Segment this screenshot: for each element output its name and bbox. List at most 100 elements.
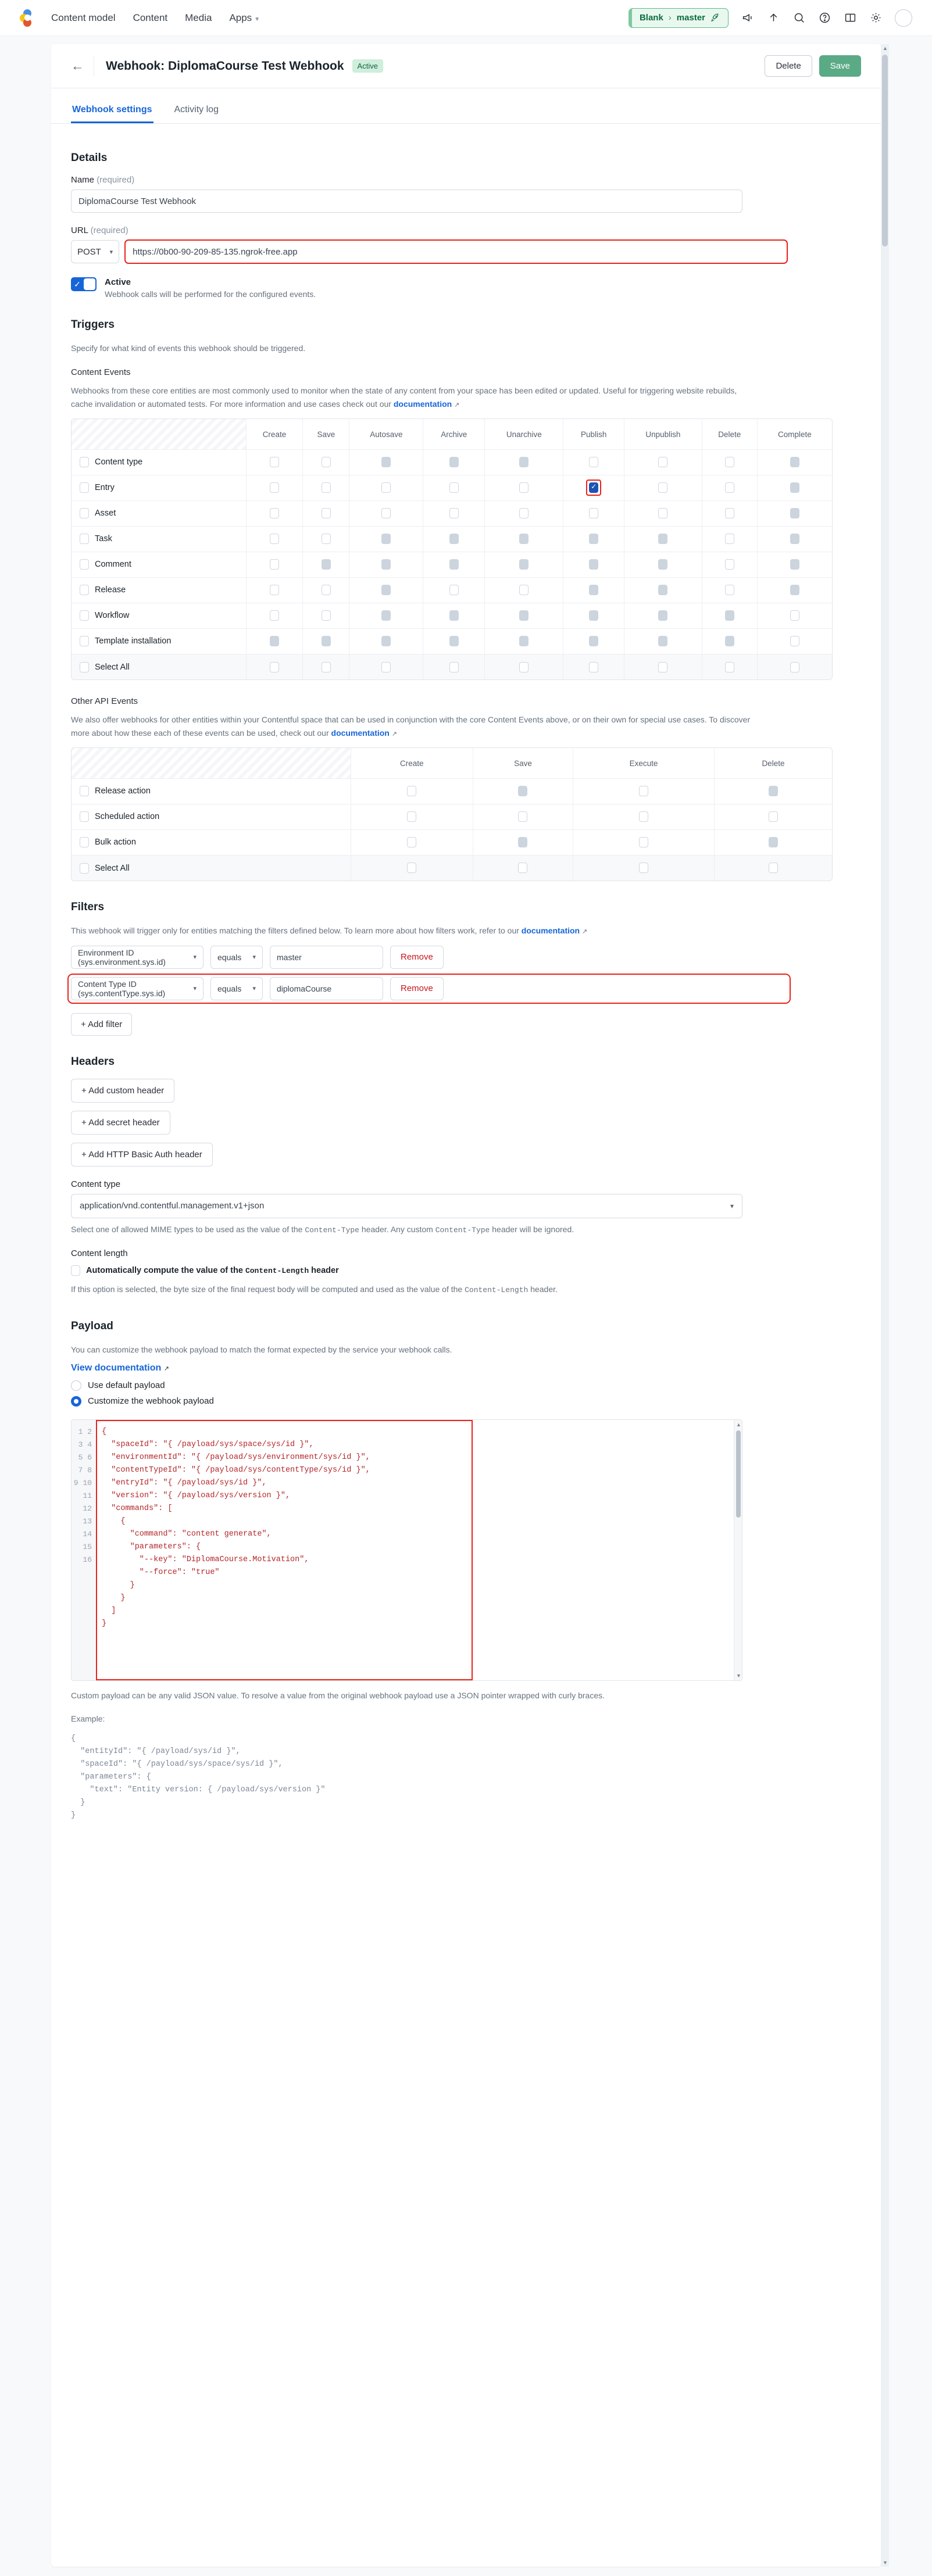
remove-filter-button[interactable]: Remove xyxy=(390,945,444,969)
event-checkbox[interactable] xyxy=(449,585,459,596)
event-checkbox[interactable] xyxy=(449,661,459,672)
event-checkbox[interactable] xyxy=(519,508,529,519)
content-events-doc-link[interactable]: documentation xyxy=(394,399,452,409)
page-scrollbar[interactable]: ▲ ▼ xyxy=(881,44,889,2567)
event-checkbox[interactable] xyxy=(321,534,331,545)
row-select-checkbox[interactable] xyxy=(80,457,89,468)
event-checkbox[interactable] xyxy=(768,863,778,874)
event-checkbox[interactable] xyxy=(321,508,331,519)
event-checkbox[interactable] xyxy=(269,610,279,621)
event-checkbox[interactable] xyxy=(321,482,331,493)
row-select-checkbox[interactable] xyxy=(80,661,89,672)
filter-value-input[interactable] xyxy=(270,976,383,1000)
event-checkbox[interactable] xyxy=(518,811,528,822)
event-checkbox[interactable] xyxy=(269,457,279,468)
event-checkbox[interactable] xyxy=(638,811,648,822)
row-select-checkbox[interactable] xyxy=(80,508,89,519)
event-checkbox[interactable] xyxy=(638,837,648,848)
row-select-checkbox[interactable] xyxy=(80,585,89,596)
add-http-basic-auth-header-button[interactable]: + Add HTTP Basic Auth header xyxy=(71,1142,213,1167)
event-checkbox[interactable] xyxy=(589,457,599,468)
event-checkbox[interactable] xyxy=(519,482,529,493)
contentful-logo-icon[interactable] xyxy=(20,9,35,27)
event-checkbox[interactable] xyxy=(269,661,279,672)
row-select-checkbox[interactable] xyxy=(80,610,89,621)
page-scroll-thumb[interactable] xyxy=(882,55,888,246)
filter-field-select[interactable]: Environment ID (sys.environment.sys.id) ▾ xyxy=(71,945,203,969)
tab-webhook-settings[interactable]: Webhook settings xyxy=(71,99,153,123)
event-checkbox[interactable] xyxy=(321,610,331,621)
event-checkbox[interactable] xyxy=(321,457,331,468)
event-checkbox[interactable] xyxy=(269,508,279,519)
event-checkbox[interactable] xyxy=(321,585,331,596)
other-events-doc-link[interactable]: documentation xyxy=(331,728,390,738)
event-checkbox[interactable] xyxy=(589,508,599,519)
row-select-checkbox[interactable] xyxy=(80,811,89,822)
filter-field-select[interactable]: Content Type ID (sys.contentType.sys.id)… xyxy=(71,976,203,1000)
filter-value-input[interactable] xyxy=(270,945,383,969)
filter-operator-select[interactable]: equals ▾ xyxy=(210,945,263,969)
filters-doc-link[interactable]: documentation xyxy=(522,926,580,935)
delete-button[interactable]: Delete xyxy=(765,55,812,77)
name-input[interactable] xyxy=(71,189,742,213)
event-checkbox[interactable] xyxy=(724,661,734,672)
event-checkbox[interactable] xyxy=(724,585,734,596)
search-icon[interactable] xyxy=(792,12,805,24)
row-select-checkbox[interactable] xyxy=(80,837,89,848)
editor-code-content[interactable]: { "spaceId": "{ /payload/sys/space/sys/i… xyxy=(96,1420,742,1680)
event-checkbox[interactable] xyxy=(724,457,734,468)
radio-use-default-payload[interactable] xyxy=(71,1380,81,1391)
gear-icon[interactable] xyxy=(869,12,882,24)
avatar[interactable] xyxy=(895,9,912,27)
event-checkbox[interactable] xyxy=(269,534,279,545)
event-checkbox[interactable] xyxy=(589,661,599,672)
event-checkbox[interactable] xyxy=(407,786,417,797)
event-checkbox[interactable] xyxy=(658,482,668,493)
event-checkbox[interactable] xyxy=(790,661,799,672)
nav-item-content[interactable]: Content xyxy=(133,12,168,24)
event-checkbox[interactable] xyxy=(381,508,391,519)
filter-operator-select[interactable]: equals ▾ xyxy=(210,976,263,1000)
event-checkbox[interactable] xyxy=(449,482,459,493)
row-select-checkbox[interactable] xyxy=(80,863,89,874)
event-checkbox[interactable] xyxy=(658,661,668,672)
event-checkbox[interactable] xyxy=(518,863,528,874)
event-checkbox[interactable] xyxy=(381,661,391,672)
event-checkbox[interactable] xyxy=(449,508,459,519)
event-checkbox[interactable] xyxy=(269,585,279,596)
event-checkbox[interactable] xyxy=(790,610,799,621)
event-checkbox[interactable] xyxy=(638,786,648,797)
row-select-checkbox[interactable] xyxy=(80,482,89,493)
event-checkbox[interactable] xyxy=(724,508,734,519)
environment-selector[interactable]: Blank › master xyxy=(628,8,729,28)
row-select-checkbox[interactable] xyxy=(80,636,89,647)
event-checkbox[interactable] xyxy=(321,661,331,672)
row-select-checkbox[interactable] xyxy=(80,786,89,797)
scroll-down-arrow-icon[interactable]: ▼ xyxy=(736,1673,741,1679)
nav-item-content-model[interactable]: Content model xyxy=(51,12,116,24)
arrow-up-icon[interactable] xyxy=(767,12,780,24)
back-arrow-icon[interactable]: ← xyxy=(71,59,84,73)
event-checkbox[interactable] xyxy=(790,636,799,647)
row-select-checkbox[interactable] xyxy=(80,534,89,545)
event-checkbox[interactable] xyxy=(589,482,599,493)
url-input[interactable] xyxy=(124,239,788,264)
event-checkbox[interactable] xyxy=(269,482,279,493)
event-checkbox[interactable] xyxy=(724,559,734,570)
add-custom-header-button[interactable]: + Add custom header xyxy=(71,1078,175,1103)
nav-item-media[interactable]: Media xyxy=(185,12,212,24)
editor-scroll-thumb[interactable] xyxy=(736,1430,741,1518)
event-checkbox[interactable] xyxy=(407,811,417,822)
content-type-select[interactable]: application/vnd.contentful.management.v1… xyxy=(71,1193,742,1218)
scroll-down-arrow-icon[interactable]: ▼ xyxy=(883,2560,888,2566)
megaphone-icon[interactable] xyxy=(741,12,754,24)
row-select-checkbox[interactable] xyxy=(80,559,89,570)
event-checkbox[interactable] xyxy=(658,457,668,468)
payload-code-editor[interactable]: 1 2 3 4 5 6 7 8 9 10 11 12 13 14 15 16 {… xyxy=(71,1419,742,1681)
event-checkbox[interactable] xyxy=(519,661,529,672)
event-checkbox[interactable] xyxy=(638,863,648,874)
event-checkbox[interactable] xyxy=(407,837,417,848)
event-checkbox[interactable] xyxy=(724,534,734,545)
view-documentation-link[interactable]: View documentation xyxy=(71,1363,161,1373)
active-toggle[interactable]: ✓ xyxy=(71,277,97,291)
